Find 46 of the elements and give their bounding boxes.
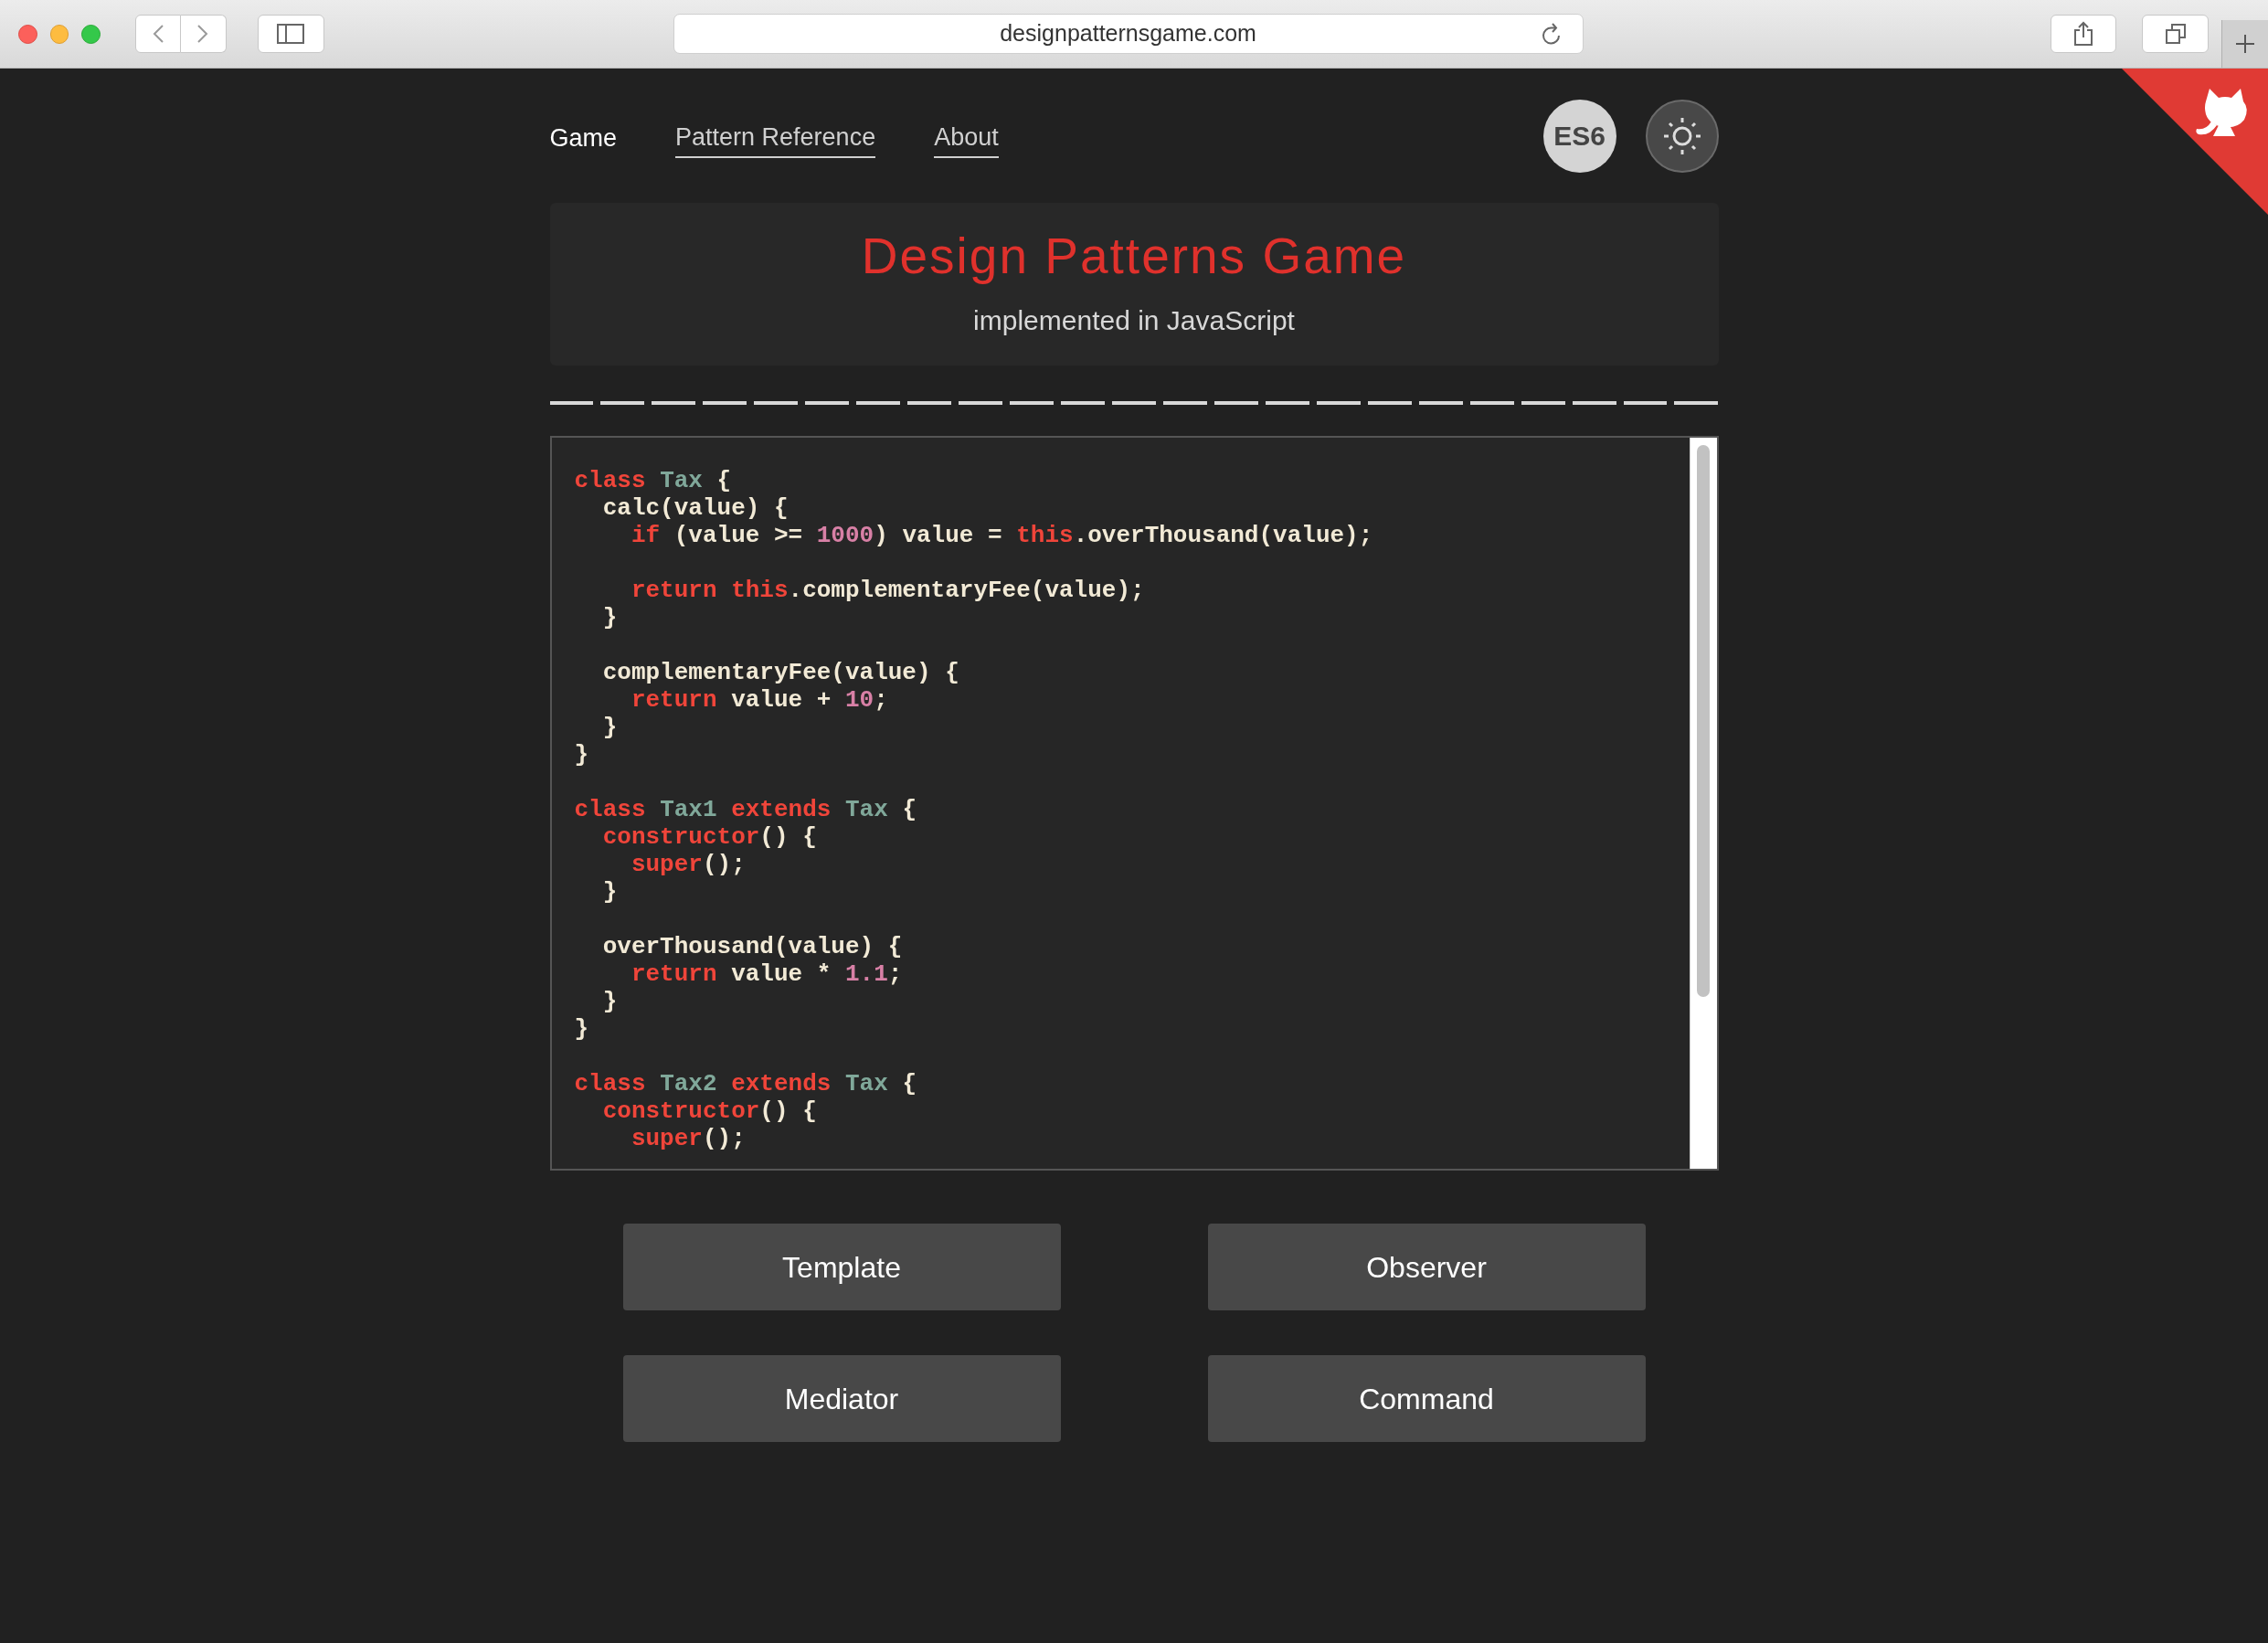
address-field[interactable]: designpatternsgame.com [673,14,1584,54]
code-line: super(); [630,1125,746,1152]
url-text: designpatternsgame.com [1000,19,1256,48]
code-line: return value * 1.1; [630,960,903,988]
code-line: class Tax { [574,467,732,494]
cat-icon [2196,89,2247,136]
tabs-button[interactable] [2142,15,2209,53]
code-line: } [574,741,589,768]
reload-icon[interactable] [1540,22,1563,46]
code-line: } [601,988,618,1015]
code-line: super(); [630,851,746,878]
nav-link[interactable]: Game [549,120,618,157]
code-line: } [574,1015,589,1043]
chevron-left-icon [151,24,164,44]
new-tab-button[interactable] [2220,20,2268,68]
code-line: class Tax1 extends Tax { [574,796,917,823]
share-button[interactable] [2050,15,2117,53]
code-line: overThousand(value) { [601,933,903,960]
code-line: } [601,714,618,741]
code-line: calc(value) { [601,494,789,522]
sidebar-icon [277,24,305,44]
page-title: Design Patterns Game [861,228,1407,283]
tabs-icon [2164,23,2187,45]
plus-icon [2233,33,2256,55]
nav-link[interactable]: Pattern Reference [675,118,876,159]
code-line: constructor() { [601,1097,817,1125]
code-line: constructor() { [601,823,817,851]
chevron-right-icon [196,24,210,44]
code-line: complementaryFee(value) { [601,659,959,686]
code-line: if (value >= 1000) value = this.overThousand(value); [630,522,1373,549]
sidebar-button[interactable] [257,15,324,53]
answer-button[interactable]: Template [622,1224,1061,1310]
answer-button[interactable]: Command [1207,1355,1646,1442]
answer-button[interactable]: Observer [1207,1224,1646,1310]
code-line: return this.complementaryFee(value); [630,577,1145,604]
nav-link[interactable]: About [934,118,999,159]
answer-button[interactable]: Mediator [622,1355,1061,1442]
scrollbar-thumb[interactable] [1697,445,1710,997]
code-line: } [601,604,618,631]
code-line: class Tax2 extends Tax { [574,1070,917,1097]
code-line: } [601,878,618,906]
window-close-button[interactable] [18,24,37,44]
code-line: return value + 10; [630,686,888,714]
share-icon [2072,21,2093,47]
page-subtitle: implemented in JavaScript [973,303,1295,337]
es6-toggle[interactable]: ES6 [1542,99,1616,173]
